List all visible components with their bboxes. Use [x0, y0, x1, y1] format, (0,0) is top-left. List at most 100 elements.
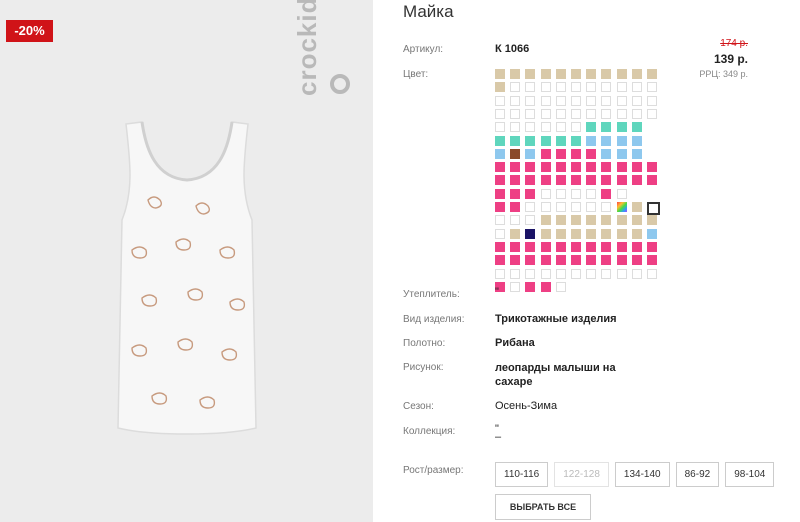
color-swatch[interactable] — [510, 241, 521, 252]
color-swatch[interactable] — [555, 281, 566, 292]
color-swatch[interactable] — [571, 255, 581, 266]
color-swatch[interactable] — [510, 188, 521, 199]
color-swatch[interactable] — [495, 228, 505, 239]
color-swatch[interactable] — [540, 202, 551, 212]
color-swatch[interactable] — [647, 228, 657, 239]
color-swatch[interactable] — [495, 122, 505, 133]
color-swatch[interactable] — [525, 148, 536, 159]
color-swatch[interactable] — [631, 255, 642, 266]
color-swatch[interactable] — [586, 135, 597, 146]
color-swatch[interactable] — [540, 241, 551, 252]
color-swatch[interactable] — [647, 69, 657, 79]
color-swatch[interactable] — [601, 268, 612, 279]
size-option[interactable]: 98-104 — [725, 462, 775, 487]
color-swatch[interactable] — [631, 69, 642, 79]
size-option[interactable]: 110-116 — [495, 462, 549, 487]
color-swatch[interactable] — [601, 122, 612, 133]
color-swatch[interactable] — [510, 122, 521, 133]
color-swatch[interactable] — [571, 175, 581, 186]
color-swatch[interactable] — [571, 268, 581, 279]
color-swatch[interactable] — [495, 175, 505, 186]
color-swatch[interactable] — [510, 215, 521, 226]
color-swatch[interactable] — [495, 215, 505, 226]
color-swatch[interactable] — [601, 135, 612, 146]
color-swatch[interactable] — [540, 148, 551, 159]
color-swatch[interactable] — [555, 175, 566, 186]
color-swatch[interactable] — [540, 122, 551, 133]
color-swatch[interactable] — [540, 69, 551, 79]
color-swatch[interactable] — [510, 82, 521, 93]
color-swatch[interactable] — [525, 175, 536, 186]
color-swatch[interactable] — [601, 215, 612, 226]
color-swatch[interactable] — [525, 202, 536, 212]
color-swatch[interactable] — [540, 188, 551, 199]
color-swatch[interactable] — [631, 122, 642, 133]
color-swatch[interactable] — [647, 268, 657, 279]
color-swatch[interactable] — [631, 175, 642, 186]
color-swatch[interactable] — [616, 108, 627, 119]
color-swatch[interactable] — [510, 228, 521, 239]
color-swatch[interactable] — [616, 268, 627, 279]
color-swatch[interactable] — [525, 135, 536, 146]
color-swatch[interactable] — [616, 175, 627, 186]
color-swatch[interactable] — [571, 135, 581, 146]
color-swatch[interactable] — [571, 108, 581, 119]
color-swatch[interactable] — [495, 135, 505, 146]
color-swatch[interactable] — [510, 281, 521, 292]
color-swatch[interactable] — [601, 82, 612, 93]
color-swatch[interactable] — [647, 82, 657, 93]
color-swatch[interactable] — [616, 215, 627, 226]
color-swatch[interactable] — [586, 241, 597, 252]
color-swatch[interactable] — [540, 255, 551, 266]
color-swatch[interactable] — [647, 202, 660, 215]
color-swatch[interactable] — [616, 255, 627, 266]
color-swatch[interactable] — [555, 215, 566, 226]
color-swatch[interactable] — [631, 82, 642, 93]
color-swatch[interactable] — [586, 188, 597, 199]
color-swatch[interactable] — [495, 255, 505, 266]
color-swatch[interactable] — [540, 281, 551, 292]
color-swatch[interactable] — [525, 122, 536, 133]
color-swatch[interactable] — [601, 162, 612, 173]
color-swatch[interactable] — [647, 108, 657, 119]
color-swatch[interactable] — [540, 228, 551, 239]
color-swatch[interactable] — [510, 148, 521, 159]
color-swatch[interactable] — [601, 69, 612, 79]
color-swatch[interactable] — [525, 281, 536, 292]
color-swatch[interactable] — [525, 95, 536, 106]
color-swatch[interactable] — [616, 69, 627, 79]
color-swatch[interactable] — [616, 188, 627, 199]
color-swatch[interactable] — [586, 69, 597, 79]
color-swatch[interactable] — [495, 202, 505, 212]
color-swatch[interactable] — [647, 241, 657, 252]
color-swatch[interactable] — [555, 69, 566, 79]
color-swatch[interactable] — [586, 108, 597, 119]
size-option[interactable]: 122-128 — [554, 462, 609, 487]
color-swatch[interactable] — [586, 95, 597, 106]
color-swatch[interactable] — [555, 95, 566, 106]
color-swatch[interactable] — [555, 255, 566, 266]
color-swatch[interactable] — [555, 135, 566, 146]
color-swatch[interactable] — [555, 202, 566, 212]
color-swatch[interactable] — [631, 241, 642, 252]
color-swatch[interactable] — [616, 162, 627, 173]
color-swatch[interactable] — [601, 241, 612, 252]
product-image[interactable]: -20% crockid — [0, 0, 373, 522]
color-swatch[interactable] — [495, 82, 505, 93]
color-swatch[interactable] — [571, 69, 581, 79]
color-swatch[interactable] — [601, 175, 612, 186]
color-swatch[interactable] — [510, 255, 521, 266]
color-swatch[interactable] — [616, 241, 627, 252]
color-swatch[interactable] — [586, 202, 597, 212]
color-swatch[interactable] — [571, 241, 581, 252]
color-swatch[interactable] — [525, 268, 536, 279]
color-swatch[interactable] — [586, 148, 597, 159]
color-swatch[interactable] — [586, 268, 597, 279]
color-swatch[interactable] — [525, 69, 536, 79]
color-swatch[interactable] — [647, 175, 657, 186]
color-swatch[interactable] — [525, 241, 536, 252]
color-swatch[interactable] — [540, 162, 551, 173]
color-swatch[interactable] — [510, 175, 521, 186]
color-swatch[interactable] — [571, 122, 581, 133]
color-swatch[interactable] — [601, 148, 612, 159]
